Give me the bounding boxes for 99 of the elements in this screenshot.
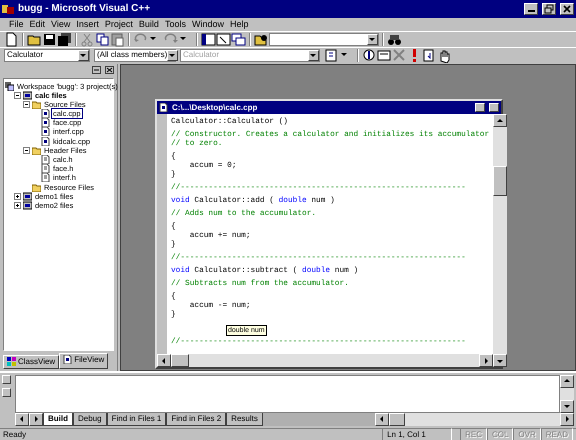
- scroll-left-button[interactable]: [375, 412, 389, 426]
- file-icon: [41, 127, 50, 136]
- status-indicator: OVR: [513, 428, 541, 440]
- wizard-combo[interactable]: (All class members): [94, 48, 176, 62]
- close-button[interactable]: [560, 2, 574, 15]
- output-tab[interactable]: Find in Files 2: [166, 412, 226, 426]
- class-view-icon: [7, 357, 16, 366]
- cursor-position: Ln 1, Col 1: [382, 428, 452, 440]
- menu-item[interactable]: Help: [226, 18, 252, 31]
- header-icon: [41, 164, 50, 174]
- window-title: bugg - Microsoft Visual C++: [18, 2, 152, 15]
- cut-icon[interactable]: [80, 32, 95, 47]
- workspace-icon[interactable]: [201, 32, 216, 47]
- workspace-icon: [5, 82, 14, 90]
- output-tab[interactable]: Build: [43, 412, 73, 426]
- menu-item[interactable]: Insert: [73, 18, 102, 31]
- restore-button[interactable]: [542, 2, 556, 15]
- menu-item[interactable]: Build: [136, 18, 162, 31]
- collapse-icon[interactable]: [14, 92, 21, 99]
- minimize-button[interactable]: [475, 103, 485, 112]
- header-icon: [41, 173, 50, 182]
- wizard-combo[interactable]: Calculator: [4, 48, 90, 62]
- project-icon: [23, 90, 32, 100]
- output-tab[interactable]: Debug: [73, 412, 107, 426]
- window-list-icon[interactable]: [231, 32, 246, 47]
- menu-item[interactable]: Window: [188, 18, 227, 31]
- folder-icon: [32, 100, 41, 109]
- output-tab[interactable]: Results: [226, 412, 263, 426]
- arrow-icon: [379, 416, 385, 422]
- file-icon: [63, 355, 72, 364]
- file-icon: [41, 136, 50, 146]
- scroll-left-button[interactable]: [157, 354, 171, 368]
- header-icon: [41, 155, 50, 164]
- find-field[interactable]: [269, 32, 379, 46]
- horizontal-scrollbar[interactable]: [157, 354, 494, 368]
- menu-item[interactable]: Edit: [26, 18, 48, 31]
- expand-icon[interactable]: [14, 202, 21, 209]
- minimize-icon: [528, 10, 534, 12]
- maximize-button[interactable]: [2, 388, 11, 397]
- maximize-button[interactable]: [489, 103, 499, 112]
- folder-icon: [32, 182, 41, 192]
- expand-icon[interactable]: [14, 192, 21, 200]
- arrow-icon: [564, 378, 570, 384]
- arrow-icon: [33, 416, 39, 422]
- status-indicator: REC: [460, 428, 487, 440]
- menu-item[interactable]: Tools: [162, 18, 189, 31]
- status-indicator: COL: [486, 428, 514, 440]
- build-icon[interactable]: [377, 48, 392, 62]
- panel-tab[interactable]: ClassView: [3, 355, 60, 369]
- scroll-thumb[interactable]: [171, 354, 189, 368]
- scroll-down-button[interactable]: [560, 400, 574, 413]
- file-icon: [41, 118, 50, 128]
- status-indicator: READ: [540, 428, 573, 440]
- compile-icon[interactable]: [362, 48, 377, 62]
- paste-icon[interactable]: [110, 32, 125, 47]
- arrow-icon: [497, 358, 504, 364]
- scroll-up-button[interactable]: [493, 114, 508, 128]
- scroll-thumb[interactable]: [493, 166, 508, 196]
- close-icon: [562, 4, 572, 14]
- restore-icon: [544, 4, 554, 14]
- output-tab[interactable]: Find in Files 1: [106, 412, 166, 426]
- vertical-scrollbar[interactable]: [560, 374, 574, 413]
- tab-scroll-left-button[interactable]: [15, 412, 29, 426]
- status-message: Ready: [3, 428, 28, 440]
- arrow-icon: [161, 358, 167, 364]
- output-icon[interactable]: [216, 32, 231, 47]
- scroll-thumb[interactable]: [389, 412, 405, 426]
- window-title: C:\...\Desktop\calc.cpp: [172, 103, 258, 113]
- new-file-icon[interactable]: [4, 32, 19, 47]
- save-all-icon[interactable]: [57, 32, 72, 47]
- arrow-icon: [19, 416, 25, 422]
- scroll-right-button[interactable]: [560, 412, 574, 426]
- collapse-icon[interactable]: [23, 100, 30, 108]
- scroll-right-button[interactable]: [479, 354, 494, 368]
- menu-item[interactable]: View: [48, 18, 74, 31]
- vertical-scrollbar[interactable]: [493, 114, 508, 368]
- save-icon[interactable]: [42, 32, 57, 47]
- arrow-icon: [483, 358, 490, 364]
- panel-tab[interactable]: FileView: [59, 353, 108, 369]
- file-icon: [41, 109, 50, 118]
- scroll-up-button[interactable]: [560, 374, 574, 388]
- project-icon: [23, 200, 32, 210]
- menu-item[interactable]: File: [6, 18, 27, 31]
- stop-build-icon[interactable]: [392, 48, 407, 62]
- project-icon: [23, 192, 32, 201]
- arrow-icon: [497, 118, 504, 124]
- horizontal-scrollbar[interactable]: [375, 412, 574, 426]
- menu-item[interactable]: Project: [102, 18, 136, 31]
- scroll-down-button[interactable]: [493, 354, 508, 368]
- output-text-area[interactable]: [15, 374, 560, 413]
- class-wizard-icon[interactable]: [324, 48, 339, 62]
- folder-icon: [32, 146, 41, 155]
- close-icon[interactable]: [105, 66, 114, 74]
- close-button[interactable]: [2, 374, 11, 384]
- collapse-icon[interactable]: [23, 146, 30, 154]
- copy-icon[interactable]: [95, 32, 110, 47]
- app-icon: [2, 2, 14, 15]
- minimize-button[interactable]: [524, 2, 538, 15]
- tab-scroll-right-button[interactable]: [29, 412, 43, 426]
